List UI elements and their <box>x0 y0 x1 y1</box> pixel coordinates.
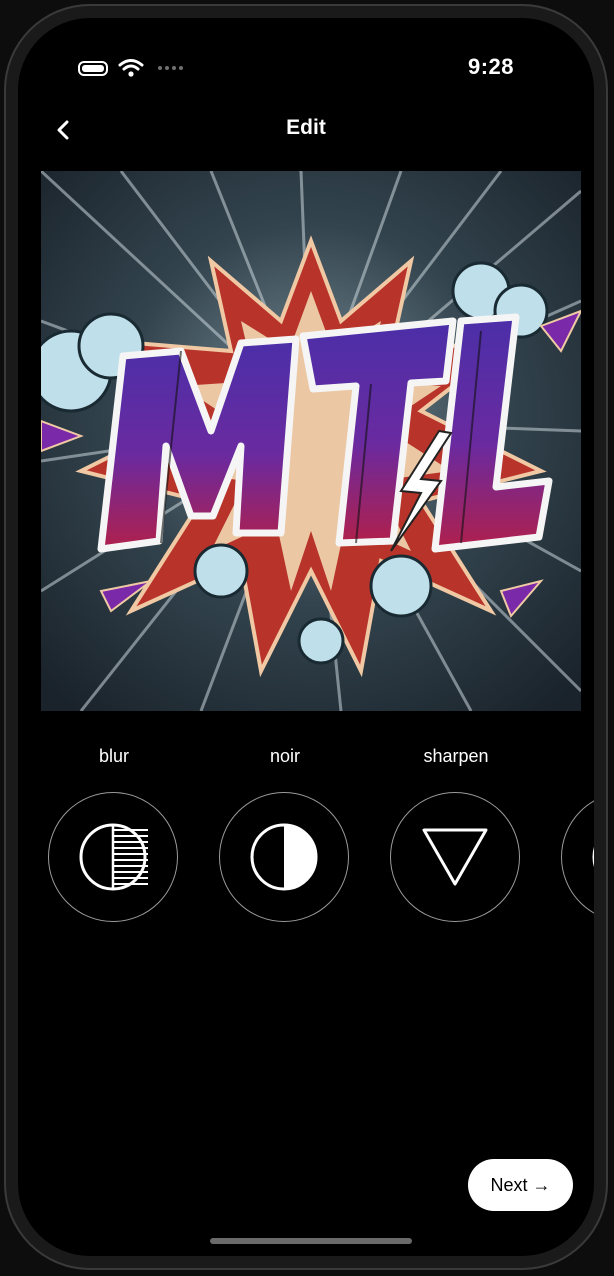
triangle-down-icon <box>422 828 488 886</box>
filter-noir[interactable]: noir <box>219 742 351 922</box>
signal-icon <box>158 66 183 70</box>
filter-button[interactable] <box>219 792 349 922</box>
filter-label: sharpen <box>423 746 489 766</box>
wifi-icon <box>118 59 144 77</box>
battery-icon <box>78 60 108 76</box>
filter-button[interactable] <box>390 792 520 922</box>
screen: 9:28 Edit blur noir sharpen Next → <box>18 18 594 1256</box>
filter-list: blur noir sharpen <box>18 742 594 942</box>
phone-frame: 9:28 Edit blur noir sharpen Next → <box>4 4 608 1270</box>
filter-label: noir <box>269 746 300 766</box>
next-label: Next → <box>490 1174 551 1195</box>
home-indicator[interactable] <box>210 1238 412 1244</box>
artwork-image <box>41 171 581 711</box>
page-title: Edit <box>286 116 326 139</box>
filter-blur[interactable]: blur <box>48 742 180 922</box>
partial-circle-icon <box>592 847 594 867</box>
filter-label <box>561 742 594 770</box>
next-button[interactable]: Next → <box>468 1159 573 1211</box>
filter-label: blur <box>98 746 129 766</box>
filter-sharpen[interactable]: sharpen <box>390 742 522 922</box>
filter-more[interactable] <box>561 742 594 922</box>
filter-button[interactable] <box>48 792 178 922</box>
status-time: 9:28 <box>467 54 514 79</box>
half-striped-circle-icon <box>79 823 148 891</box>
half-filled-circle-icon <box>250 823 318 891</box>
status-icons <box>78 58 183 78</box>
filter-button[interactable] <box>561 792 594 922</box>
